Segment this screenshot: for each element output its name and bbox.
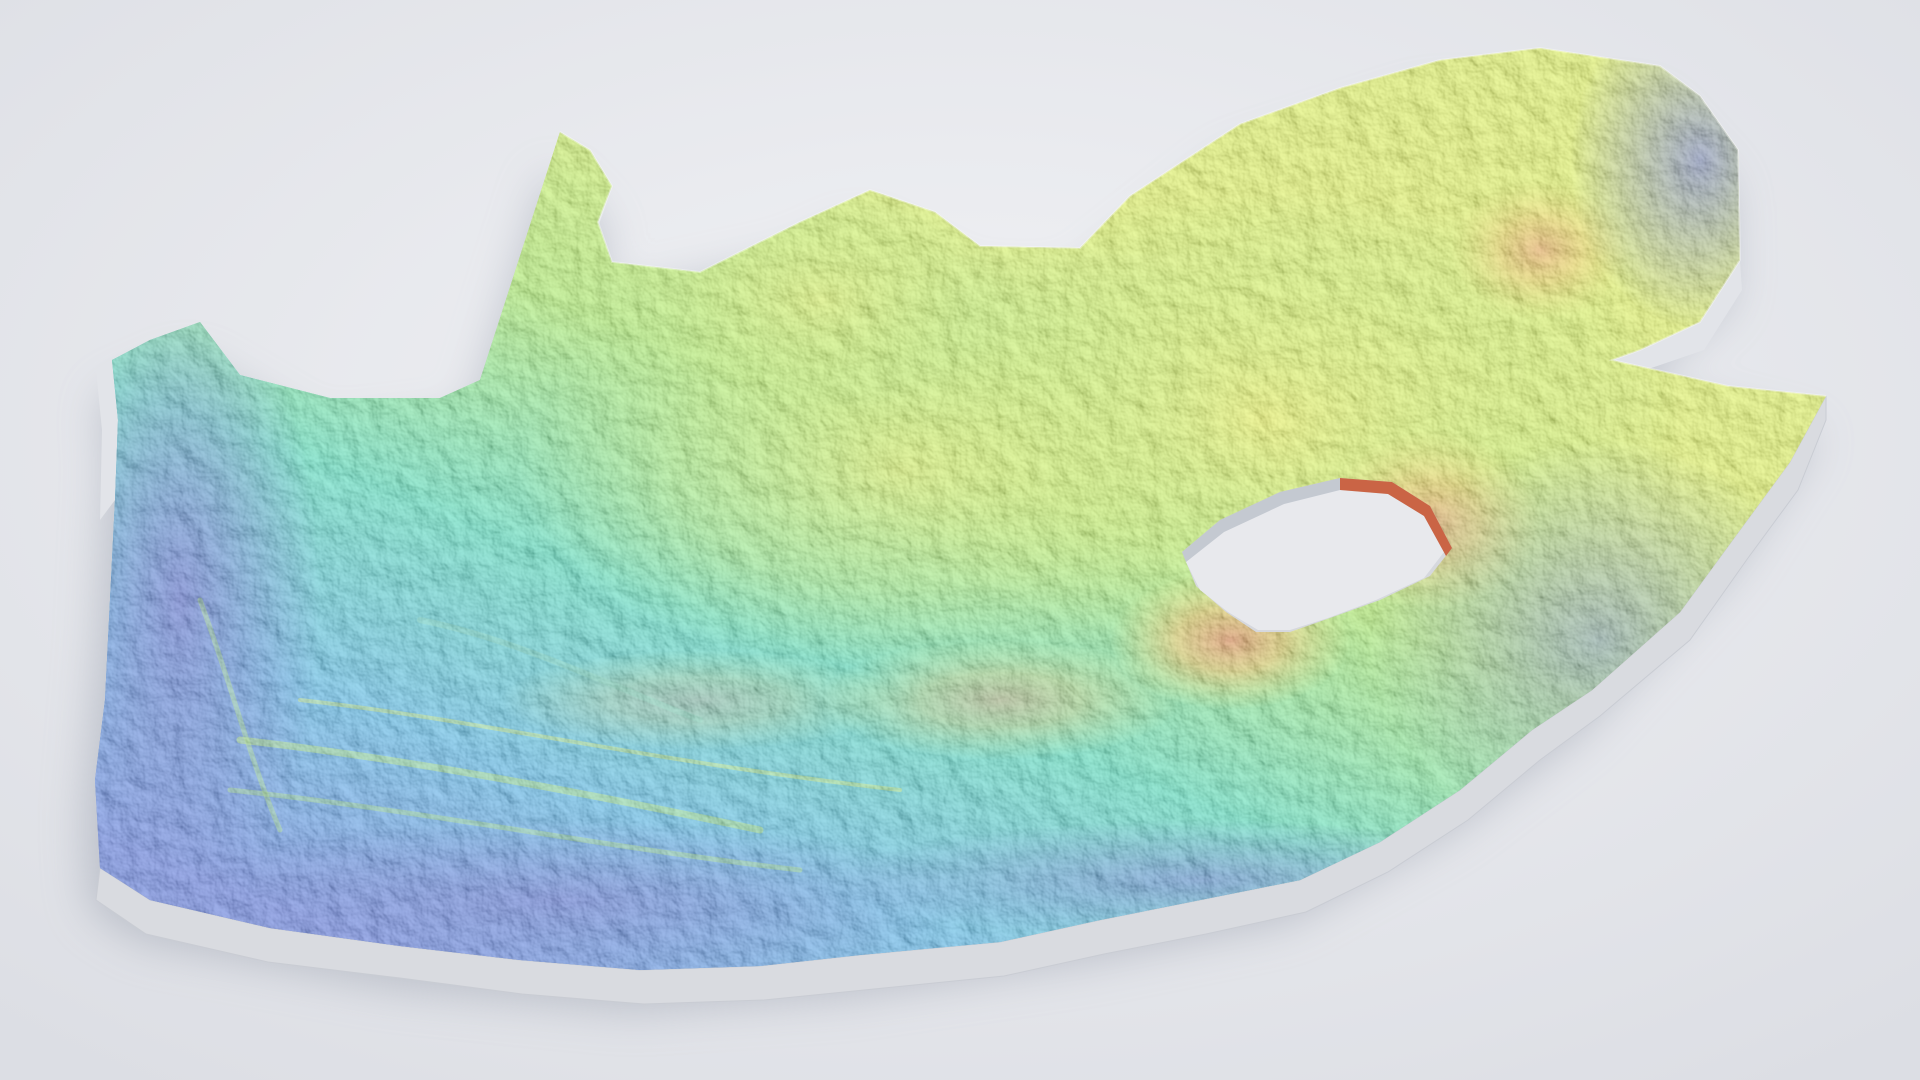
elevation-map-scene: [0, 0, 1920, 1080]
